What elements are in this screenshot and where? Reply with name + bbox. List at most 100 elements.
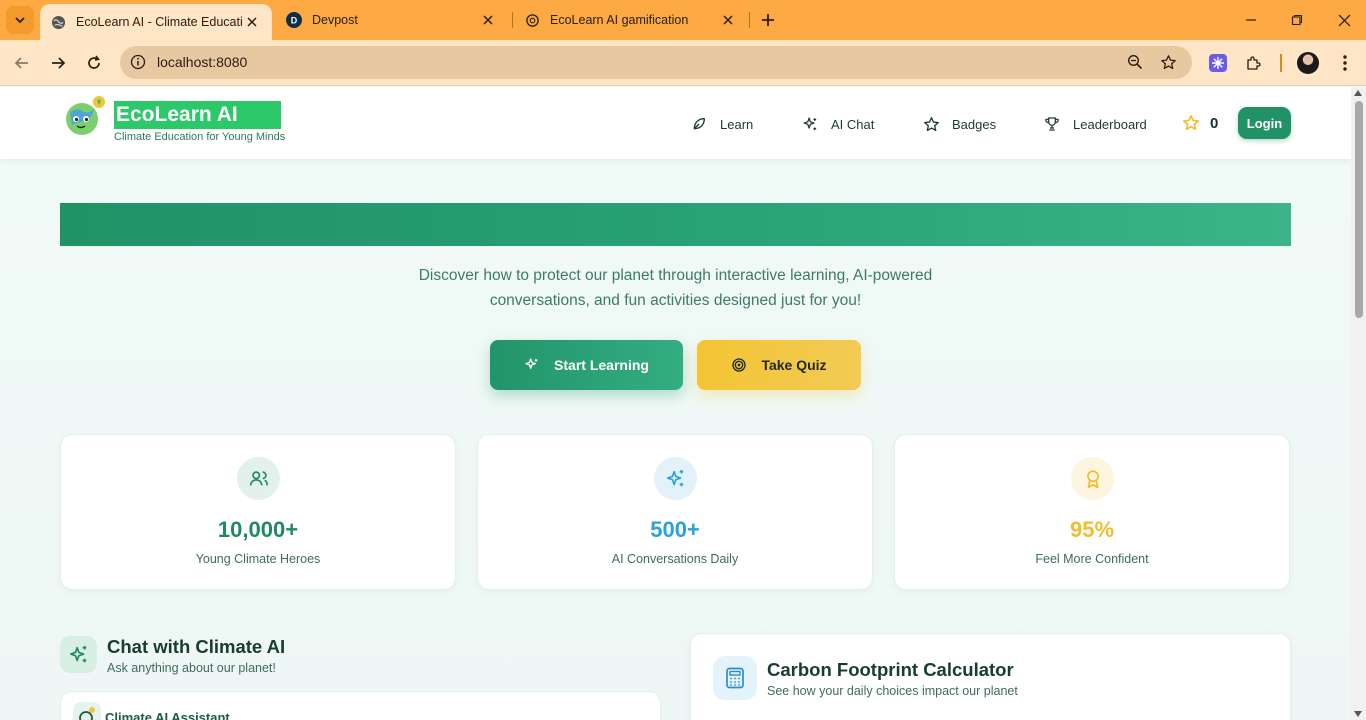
target-icon — [731, 357, 747, 373]
reload-icon — [88, 55, 100, 69]
minimize-icon — [1246, 19, 1256, 21]
extension-purple-icon[interactable] — [1207, 52, 1229, 74]
back-button[interactable] — [10, 51, 34, 75]
scroll-down-arrow-icon[interactable] — [1354, 711, 1362, 717]
tab-separator — [512, 12, 513, 28]
bookmark-star-icon[interactable] — [1158, 52, 1178, 72]
assistant-name: Climate AI Assistant — [105, 710, 230, 720]
close-icon — [1338, 14, 1350, 26]
scrollbar-thumb[interactable] — [1355, 101, 1363, 318]
hero-subtitle-line-1: Discover how to protect our planet throu… — [418, 267, 933, 284]
zoom-icon[interactable] — [1125, 52, 1145, 72]
sparkles-icon — [801, 115, 819, 133]
devpost-icon: D — [286, 12, 302, 28]
stat-value: 10,000+ — [217, 517, 299, 542]
brand-name[interactable]: EcoLearn AI — [114, 101, 281, 129]
toolbar-divider — [1280, 54, 1282, 72]
tab-title: Devpost — [312, 13, 358, 27]
login-button[interactable]: Login — [1238, 107, 1291, 139]
close-window-button[interactable] — [1332, 8, 1356, 32]
take-quiz-button[interactable]: Take Quiz — [697, 340, 861, 390]
close-tab-icon[interactable] — [720, 12, 736, 28]
tab-separator — [749, 12, 750, 28]
chat-section-icon — [60, 636, 97, 673]
scroll-up-arrow-icon[interactable] — [1354, 90, 1362, 96]
restore-icon — [1291, 14, 1303, 26]
tab-title: EcoLearn AI - Climate Education — [76, 15, 242, 29]
close-tab-icon[interactable] — [480, 12, 496, 28]
carbon-calculator-title: Carbon Footprint Calculator — [767, 659, 1014, 680]
nav-learn-label: Learn — [720, 116, 754, 132]
chat-section-subtitle: Ask anything about our planet! — [107, 661, 276, 675]
arrow-right-icon — [52, 57, 66, 69]
stat-label: Feel More Confident — [1035, 552, 1149, 566]
plus-icon — [762, 14, 774, 26]
nav-leaderboard-label: Leaderboard — [1073, 116, 1147, 132]
browser-tab-gamification[interactable]: EcoLearn AI gamification — [514, 0, 748, 40]
take-quiz-label: Take Quiz — [761, 357, 827, 373]
new-tab-button[interactable] — [758, 10, 778, 30]
page-viewport: EcoLearn AI Climate Education for Young … — [0, 87, 1351, 720]
chat-panel: Climate AI Assistant — [60, 691, 661, 720]
sparkles-icon — [654, 457, 697, 500]
stat-card-heroes: 10,000+ Young Climate Heroes — [60, 434, 456, 590]
url-text: localhost:8080 — [157, 54, 248, 70]
star-points-icon — [1182, 114, 1200, 132]
close-tab-icon[interactable] — [244, 14, 260, 30]
start-learning-label: Start Learning — [554, 357, 649, 373]
nav-badges-label: Badges — [952, 116, 997, 132]
start-learning-button[interactable]: Start Learning — [490, 340, 683, 390]
sparkles-icon — [524, 357, 540, 373]
tab-title: EcoLearn AI gamification — [550, 13, 689, 27]
hero-banner — [60, 203, 1291, 246]
award-icon — [1071, 457, 1114, 500]
stat-card-confidence: 95% Feel More Confident — [894, 434, 1290, 590]
more-menu-icon[interactable] — [1334, 52, 1356, 74]
profile-avatar[interactable] — [1297, 52, 1319, 74]
stat-label: Young Climate Heroes — [195, 552, 321, 566]
calculator-icon — [713, 656, 757, 700]
forward-button[interactable] — [46, 51, 70, 75]
restore-button[interactable] — [1285, 8, 1309, 32]
chevron-down-icon — [15, 17, 25, 24]
stat-label: AI Conversations Daily — [611, 552, 739, 566]
minimize-button[interactable] — [1239, 8, 1263, 32]
users-icon — [237, 457, 280, 500]
tab-search-button[interactable] — [6, 6, 34, 34]
points-counter[interactable]: 0 — [1182, 114, 1218, 132]
trophy-icon — [1043, 115, 1061, 133]
hero-subtitle-line-2: conversations, and fun activities design… — [489, 292, 862, 309]
stat-card-conversations: 500+ AI Conversations Daily — [477, 434, 873, 590]
earth-mascot-logo[interactable] — [62, 95, 106, 137]
browser-tab-devpost[interactable]: D Devpost — [276, 0, 508, 40]
hero-subtitle: Discover how to protect our planet throu… — [60, 263, 1291, 313]
nav-ai-chat-label: AI Chat — [831, 116, 875, 132]
site-header: EcoLearn AI Climate Education for Young … — [0, 87, 1351, 159]
address-bar[interactable]: localhost:8080 — [120, 46, 1192, 79]
reload-button[interactable] — [82, 51, 106, 75]
stat-value: 95% — [1069, 517, 1115, 542]
brand-tagline: Climate Education for Young Minds — [114, 131, 286, 143]
assistant-avatar-icon — [73, 702, 101, 720]
extensions-puzzle-icon[interactable] — [1243, 52, 1265, 74]
globe-icon — [50, 14, 66, 30]
svg-text:D: D — [291, 16, 298, 26]
points-value: 0 — [1210, 114, 1219, 132]
nav-ai-chat[interactable]: AI Chat — [801, 114, 874, 134]
browser-tabstrip: EcoLearn AI - Climate Education D Devpos… — [0, 0, 1366, 40]
carbon-calculator-card: Carbon Footprint Calculator See how your… — [690, 633, 1291, 720]
chat-section-title: Chat with Climate AI — [107, 636, 286, 657]
browser-tab-ecolearn[interactable]: EcoLearn AI - Climate Education — [40, 4, 272, 40]
nav-learn[interactable]: Learn — [690, 114, 753, 134]
star-icon — [922, 115, 940, 133]
openai-icon — [524, 12, 540, 28]
page-scrollbar[interactable] — [1351, 87, 1366, 720]
sparkles-icon — [69, 645, 86, 662]
site-info-icon[interactable] — [128, 52, 148, 72]
nav-badges[interactable]: Badges — [922, 114, 996, 134]
nav-leaderboard[interactable]: Leaderboard — [1043, 114, 1147, 134]
browser-toolbar: localhost:8080 — [0, 40, 1366, 86]
carbon-calculator-subtitle: See how your daily choices impact our pl… — [767, 684, 1018, 698]
stat-value: 500+ — [650, 517, 700, 542]
arrow-left-icon — [14, 57, 28, 69]
